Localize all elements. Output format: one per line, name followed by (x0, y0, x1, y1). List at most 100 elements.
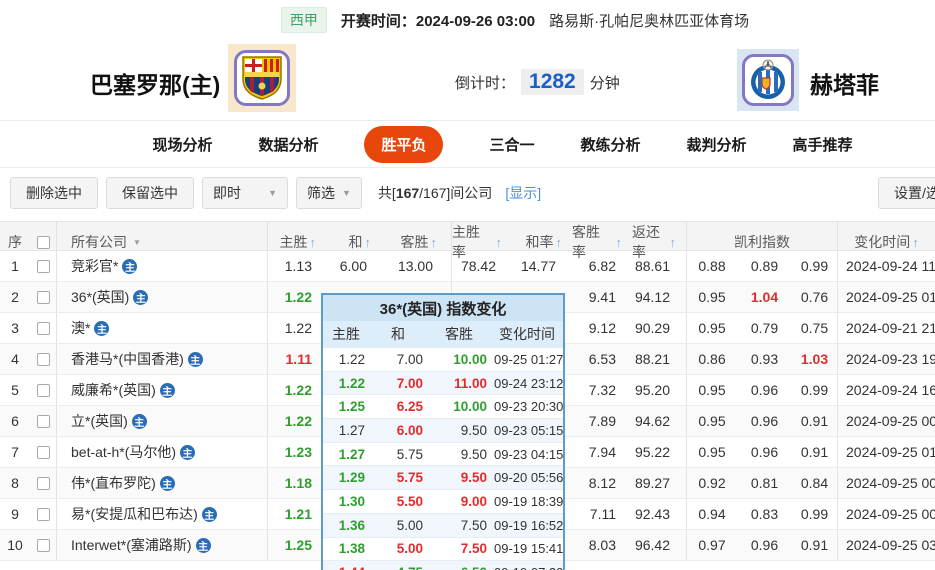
kelly-index-1: 0.95 (698, 289, 726, 305)
popup-change-time: 09-23 04:15 (494, 446, 564, 462)
company-name[interactable]: 香港马*(中国香港) 主 (57, 344, 268, 374)
getafe-crest-svg (751, 59, 785, 99)
popup-home-odds: 1.29 (338, 470, 365, 486)
row-index: 6 (11, 413, 19, 429)
row-checkbox[interactable] (36, 507, 50, 521)
home-team-crest-icon (228, 44, 296, 112)
home-marker-badge: 主 (94, 320, 110, 336)
company-name[interactable]: Interwet*(塞浦路斯) 主 (57, 530, 268, 560)
popup-home-odds: 1.25 (338, 399, 365, 415)
company-label: 立*(英国) (71, 413, 128, 429)
settings-button[interactable]: 设置/选择 (878, 177, 935, 209)
company-label: 36*(英国) (71, 289, 130, 305)
show-link[interactable]: [显示] (505, 183, 541, 203)
return-rate: 94.12 (632, 282, 687, 312)
company-label: 竞彩官* (71, 258, 119, 274)
row-index: 1 (11, 258, 19, 274)
filter-dropdown-label: 筛选 (307, 185, 335, 201)
filter-dropdown[interactable]: 筛选 ▼ (296, 177, 362, 209)
tab-2[interactable]: 数据分析 (258, 134, 318, 155)
kelly-index-2: 0.79 (750, 320, 779, 336)
popup-change-time: 09-25 01:27 (494, 351, 564, 367)
tab-7[interactable]: 高手推荐 (793, 134, 853, 155)
select-all-checkbox[interactable] (36, 235, 50, 249)
kelly-index-3: 0.99 (792, 499, 838, 529)
popup-col-home: 主胜 (332, 326, 360, 342)
company-count-shown: 167 (395, 185, 420, 201)
team-header: 巴塞罗那(主) 倒计时： 1282 分钟 赫塔菲 (0, 40, 935, 121)
company-label: 香港马*(中国香港) (71, 351, 184, 367)
countdown-value: 1282 (521, 69, 584, 95)
tab-1[interactable]: 现场分析 (152, 134, 212, 155)
popup-row: 1.29 5.75 9.50 09-20 05:56 (323, 465, 563, 490)
countdown-unit: 分钟 (589, 74, 620, 92)
company-name[interactable]: 立*(英国) 主 (57, 406, 268, 436)
popup-away-odds: 9.00 (460, 493, 487, 509)
away-win-rate: 9.41 (588, 289, 616, 305)
row-checkbox[interactable] (36, 290, 50, 304)
tab-4[interactable]: 三合一 (489, 134, 534, 155)
row-checkbox[interactable] (36, 445, 50, 459)
company-name[interactable]: 伟*(直布罗陀) 主 (57, 468, 268, 498)
company-name[interactable]: bet-at-h*(马尔他) 主 (57, 437, 268, 467)
table-row: 1 竞彩官* 主 1.13 6.00 13.00 78.42 14.77 6.82 88.61 0.… (0, 251, 935, 282)
tab-5[interactable]: 教练分析 (581, 134, 641, 155)
company-name[interactable]: 竞彩官* 主 (57, 251, 268, 281)
change-time: 2024-09-25 01:18 (846, 444, 935, 460)
row-index: 7 (11, 444, 19, 460)
kelly-index-1: 0.95 (698, 320, 726, 336)
popup-home-odds: 1.22 (338, 375, 365, 391)
row-checkbox[interactable] (36, 383, 50, 397)
home-team-name: 巴塞罗那(主) (90, 72, 221, 98)
popup-row: 1.36 5.00 7.50 09-19 16:52 (323, 512, 563, 537)
company-label: 伟*(直布罗陀) (71, 475, 156, 491)
kelly-index-2: 0.93 (750, 351, 779, 367)
company-label: Interwet*(塞浦路斯) (71, 537, 192, 553)
popup-draw-odds: 5.00 (396, 517, 423, 533)
home-marker-badge: 主 (159, 382, 175, 398)
change-time: 2024-09-25 00:54 (846, 475, 935, 491)
popup-draw-odds: 6.25 (396, 399, 423, 415)
company-count: 共[167/167]间公司 (377, 185, 493, 201)
away-win-rate: 8.12 (588, 475, 616, 491)
row-checkbox[interactable] (36, 259, 50, 273)
match-info-bar: 西甲 开赛时间：2024-09-26 03:00 路易斯·孔帕尼奥林匹亚体育场 (0, 0, 935, 40)
company-label: 易*(安提瓜和巴布达) (71, 506, 198, 522)
popup-away-odds: 9.50 (460, 470, 487, 486)
delete-selected-button[interactable]: 删除选中 (10, 177, 98, 209)
row-checkbox[interactable] (36, 538, 50, 552)
row-checkbox[interactable] (36, 352, 50, 366)
instant-dropdown[interactable]: 即时 ▼ (202, 177, 288, 209)
kelly-index-3: 0.75 (792, 313, 838, 343)
sort-up-icon: ↑ (615, 234, 623, 250)
kelly-index-1: 0.95 (698, 444, 726, 460)
company-name[interactable]: 易*(安提瓜和巴布达) 主 (57, 499, 268, 529)
kelly-index-1: 0.94 (698, 506, 726, 522)
keep-selected-button[interactable]: 保留选中 (106, 177, 194, 209)
company-name[interactable]: 36*(英国) 主 (57, 282, 268, 312)
row-checkbox-cell (30, 437, 57, 467)
away-win-odds: 13.00 (385, 251, 452, 281)
home-marker-badge: 主 (195, 537, 211, 553)
popup-away-odds: 6.50 (427, 565, 491, 570)
away-win-rate: 7.89 (588, 413, 616, 429)
kickoff-time: 开赛时间：2024-09-26 03:00 (341, 10, 535, 31)
tab-6[interactable]: 裁判分析 (687, 134, 747, 155)
instant-dropdown-label: 即时 (213, 185, 241, 201)
tab-3[interactable]: 胜平负 (364, 125, 444, 163)
kelly-index-3: 0.91 (792, 530, 838, 560)
kelly-index-2: 0.83 (750, 506, 779, 522)
popup-row: 1.38 5.00 7.50 09-19 15:41 (323, 536, 563, 561)
row-checkbox[interactable] (36, 321, 50, 335)
row-checkbox[interactable] (36, 414, 50, 428)
return-rate: 92.43 (632, 499, 687, 529)
popup-home-odds: 1.27 (338, 422, 365, 438)
popup-row: 1.27 5.75 9.50 09-23 04:15 (323, 441, 564, 466)
kelly-index-3: 0.91 (792, 437, 838, 467)
row-checkbox-cell (30, 313, 57, 343)
company-name[interactable]: 澳* 主 (57, 313, 268, 343)
company-name[interactable]: 威廉希*(英国) 主 (57, 375, 268, 405)
popup-away-odds: 10.00 (453, 399, 487, 415)
row-checkbox[interactable] (36, 476, 50, 490)
chevron-down-icon: ▼ (342, 188, 351, 198)
